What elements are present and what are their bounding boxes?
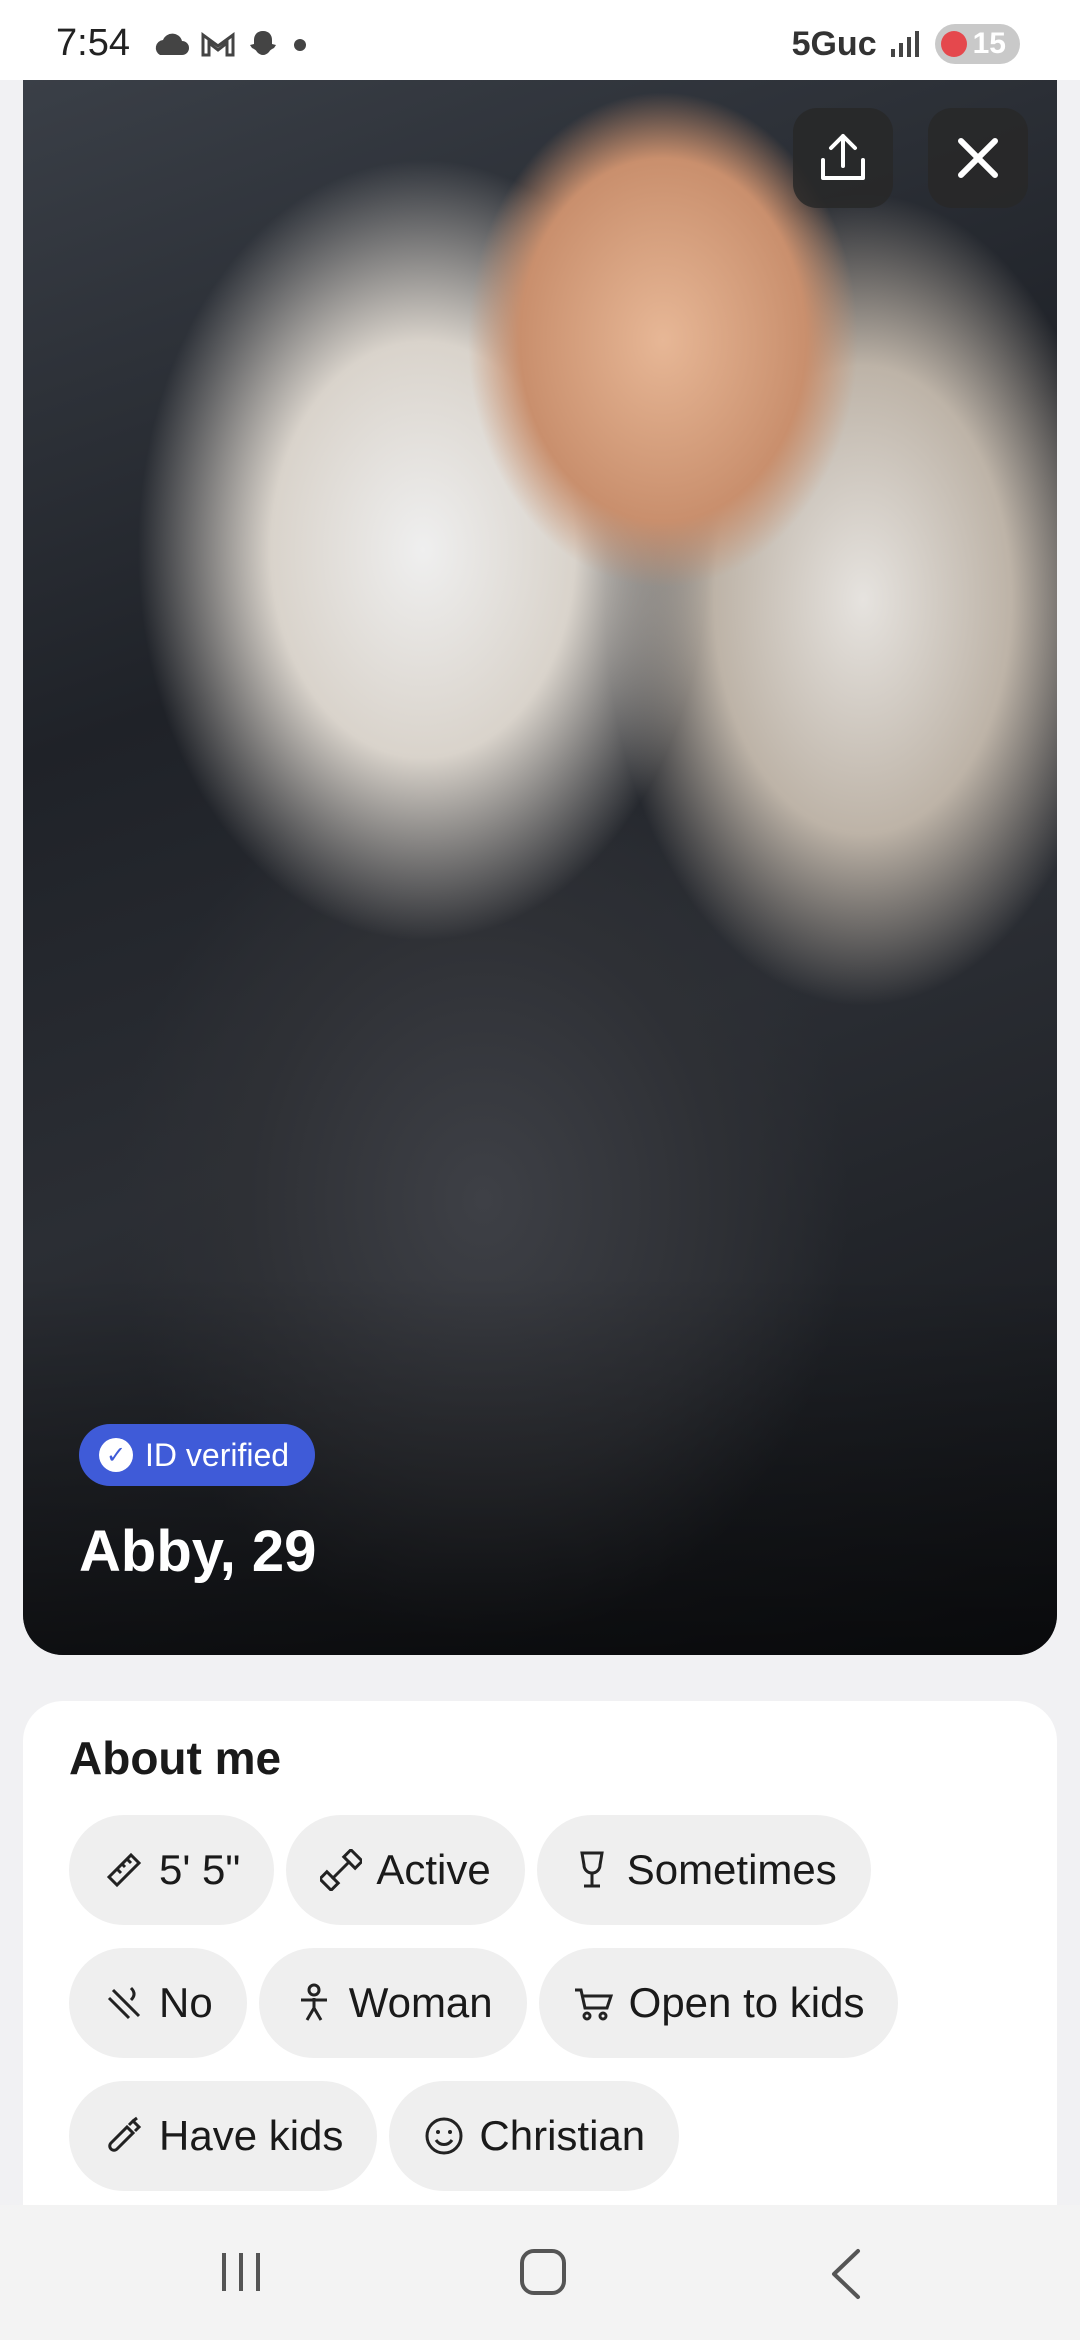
about-chips: 5' 5" Active Sometimes No Woman Open to … xyxy=(69,1815,1029,2214)
chip-label: Christian xyxy=(479,2112,646,2159)
profile-name-age: Abby, 29 xyxy=(79,1519,317,1584)
chip-religion: Christian xyxy=(389,2081,680,2191)
about-me-title: About me xyxy=(69,1732,282,1784)
back-icon xyxy=(832,2249,860,2299)
bottle-icon xyxy=(108,2116,142,2152)
gmail-icon xyxy=(201,32,235,57)
cloud-icon xyxy=(155,33,189,55)
chip-smoking: No xyxy=(69,1948,247,2058)
home-button[interactable] xyxy=(518,2247,568,2302)
chip-height: 5' 5" xyxy=(69,1815,275,1925)
dumbbell-icon xyxy=(320,1849,363,1891)
share-icon xyxy=(821,134,865,180)
profile-photo[interactable] xyxy=(23,80,1057,1655)
verified-check-icon: ✓ xyxy=(99,1438,133,1472)
dot-icon xyxy=(294,39,306,51)
ruler-icon xyxy=(106,1852,142,1888)
notification-icons xyxy=(150,28,310,62)
chip-drinking: Sometimes xyxy=(536,1815,871,1925)
status-time: 7:54 xyxy=(56,22,130,64)
signal-icon xyxy=(890,31,919,57)
chip-family-plans: Open to kids xyxy=(538,1948,899,2058)
chip-label: Woman xyxy=(348,1979,493,2026)
chip-label: Sometimes xyxy=(626,1846,837,1893)
chip-children: Have kids xyxy=(69,2081,378,2191)
home-icon xyxy=(520,2249,566,2295)
battery-indicator: 15 xyxy=(934,24,1020,64)
verified-label: ID verified xyxy=(145,1436,290,1473)
close-button[interactable] xyxy=(928,108,1028,208)
wine-glass-icon xyxy=(579,1851,604,1888)
person-icon xyxy=(300,1983,327,2021)
chip-label: Active xyxy=(376,1846,491,1893)
chip-exercise: Active xyxy=(286,1815,525,1925)
no-smoking-icon xyxy=(107,1986,141,2020)
share-button[interactable] xyxy=(793,108,893,208)
chip-label: 5' 5" xyxy=(159,1846,241,1893)
back-button[interactable] xyxy=(826,2247,866,2306)
chip-label: Open to kids xyxy=(628,1979,865,2026)
system-nav-bar xyxy=(0,2205,1080,2340)
recents-button[interactable] xyxy=(218,2247,264,2302)
network-label: 5Guc xyxy=(791,24,877,63)
battery-low-icon xyxy=(940,31,967,57)
status-bar: 7:54 5Guc 15 xyxy=(0,0,1080,80)
chip-label: Have kids xyxy=(159,2112,344,2159)
stroller-icon xyxy=(574,1988,613,2021)
recents-icon xyxy=(222,2253,260,2291)
snapchat-icon xyxy=(250,31,276,55)
id-verified-badge: ✓ ID verified xyxy=(79,1424,316,1486)
chip-label: No xyxy=(159,1979,213,2026)
close-icon xyxy=(958,138,998,178)
chip-gender: Woman xyxy=(258,1948,527,2058)
status-right: 5Guc 15 xyxy=(792,24,1020,64)
smile-icon xyxy=(425,2117,463,2155)
battery-level: 15 xyxy=(972,27,1006,60)
about-me-section: About me 5' 5" Active Sometimes No Woman… xyxy=(23,1701,1057,2221)
